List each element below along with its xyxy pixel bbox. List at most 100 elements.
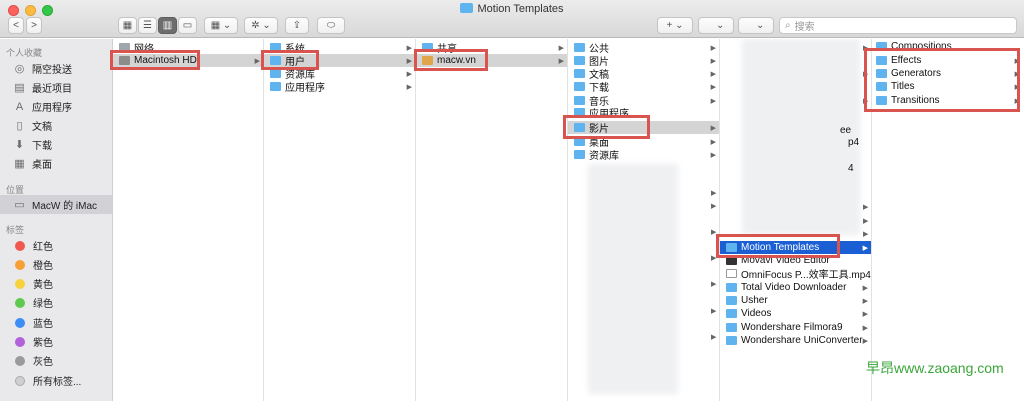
list-item[interactable]: Motion Templates ▶: [720, 241, 871, 254]
list-item[interactable]: Compositions: [872, 41, 1023, 51]
favorites-heading: 个人收藏: [6, 48, 43, 58]
list-item[interactable]: Macintosh HD ▶: [113, 54, 263, 67]
list-item[interactable]: 下载 ▶: [568, 80, 719, 94]
back-button[interactable]: <: [8, 17, 24, 34]
sidebar-item-imac[interactable]: ▭ MacW 的 iMac: [0, 195, 112, 214]
airdrop-icon: ◎: [14, 63, 25, 75]
chevron-right-icon: ▶: [710, 70, 716, 78]
desktop-icon: ▦: [14, 158, 25, 170]
sidebar-item-desktop[interactable]: ▦ 桌面: [0, 154, 112, 173]
folder-icon: [726, 283, 737, 292]
folder-icon: [270, 82, 281, 91]
folder-icon: [574, 69, 585, 78]
sidebar-item-documents[interactable]: ▯ 文稿: [0, 116, 112, 135]
column-6: Compositions Effects ▶ Generators ▶ Titles…: [872, 39, 1024, 401]
sidebar-tag-yellow[interactable]: 黄色: [0, 274, 112, 293]
dropdown-button-2[interactable]: ⌄: [738, 17, 774, 34]
chevron-right-icon: ▶: [406, 57, 412, 65]
grid-icon: ▦: [122, 20, 133, 31]
list-item[interactable]: Generators ▶: [872, 67, 1023, 80]
list-item[interactable]: Usher ▶: [720, 294, 871, 307]
chevron-right-icon: ▶: [1014, 57, 1020, 65]
list-item[interactable]: 网络: [113, 41, 263, 55]
group-button[interactable]: ▦ ⌄: [204, 17, 238, 34]
chevron-right-icon: ▶: [711, 281, 717, 288]
folder-icon: [876, 82, 887, 91]
list-item[interactable]: Wondershare UniConverter ▶: [720, 334, 871, 347]
sidebar-item-airdrop[interactable]: ◎ 隔空投送: [0, 59, 112, 78]
icon-view-button[interactable]: ▦: [118, 17, 137, 34]
column-3: 共享 ▶ macw.vn ▶: [416, 39, 568, 401]
list-item[interactable]: OmniFocus P...效率工具.mp4: [720, 267, 871, 281]
sidebar-tag-green[interactable]: 绿色: [0, 293, 112, 312]
sidebar-tag-gray[interactable]: 灰色: [0, 351, 112, 370]
video-file-icon: [726, 269, 737, 278]
list-item[interactable]: 音乐 ▶: [568, 94, 719, 108]
folder-icon: [574, 56, 585, 65]
search-icon: ⌕: [785, 20, 791, 31]
list-item[interactable]: 应用程序: [568, 107, 719, 117]
network-icon: [119, 43, 130, 52]
share-button[interactable]: ⇪: [285, 17, 309, 34]
folder-icon: [422, 43, 433, 52]
list-item[interactable]: 共享 ▶: [416, 41, 567, 55]
sidebar-tag-blue[interactable]: 蓝色: [0, 313, 112, 332]
partial-text: p4: [848, 137, 860, 148]
folder-icon: [726, 296, 737, 305]
list-item[interactable]: Transitions ▶: [872, 94, 1023, 107]
list-item[interactable]: Effects ▶: [872, 54, 1023, 67]
chevron-right-icon: ▶: [862, 284, 868, 292]
chevron-right-icon: ▶: [711, 203, 717, 210]
list-view-button[interactable]: ☰: [138, 17, 157, 34]
list-item[interactable]: Wondershare Filmora9 ▶: [720, 321, 871, 334]
forward-button[interactable]: >: [26, 17, 42, 34]
folder-icon: [876, 69, 887, 78]
chevron-right-icon: ▶: [1014, 83, 1020, 91]
dropdown-button-1[interactable]: ⌄: [698, 17, 734, 34]
list-item[interactable]: 影片 ▶: [568, 121, 719, 135]
gallery-icon: ▭: [182, 20, 193, 31]
gear-icon: ✲ ⌄: [251, 20, 271, 31]
chevron-right-icon: ▶: [710, 83, 716, 91]
hard-drive-icon: [119, 56, 130, 65]
folder-icon: [270, 69, 281, 78]
gallery-view-button[interactable]: ▭: [178, 17, 197, 34]
folder-icon: [574, 150, 585, 159]
list-item[interactable]: Videos ▶: [720, 307, 871, 320]
list-item[interactable]: Total Video Downloader ▶: [720, 281, 871, 294]
search-input[interactable]: ⌕ 搜索: [779, 17, 1017, 34]
home-icon: [422, 56, 433, 65]
folder-icon: [726, 336, 737, 345]
group-icon: ▦ ⌄: [210, 20, 232, 31]
tag-button[interactable]: ⬭: [317, 17, 345, 34]
list-item[interactable]: Titles ▶: [872, 80, 1023, 93]
folder-icon: [726, 323, 737, 332]
chevron-right-icon: ▶: [711, 190, 717, 197]
sidebar-item-downloads[interactable]: ⬇ 下载: [0, 135, 112, 154]
add-button[interactable]: + ⌄: [657, 17, 693, 34]
document-icon: ▯: [16, 120, 23, 132]
chevron-right-icon: ▶: [254, 57, 260, 65]
sidebar-item-applications[interactable]: A 应用程序: [0, 97, 112, 116]
computer-icon: ▭: [14, 199, 25, 211]
folder-icon: [574, 96, 585, 105]
list-item[interactable]: macw.vn ▶: [416, 54, 567, 67]
folder-icon: [574, 123, 585, 132]
list-item[interactable]: 应用程序 ▶: [264, 80, 415, 94]
red-tag-icon: [15, 240, 25, 251]
column-4: 公共 ▶ 图片 ▶ 文稿 ▶ 下载 ▶ 音乐 ▶ 应用程序 影片 ▶ 桌面 ▶ 资源库 ▶ ▶ …: [568, 39, 720, 401]
chevron-right-icon: ▶: [862, 310, 868, 318]
sidebar-item-recents[interactable]: ▤ 最近项目: [0, 78, 112, 97]
applications-icon: A: [15, 100, 24, 113]
sidebar-tag-all[interactable]: 所有标签...: [0, 371, 112, 390]
sidebar-tag-orange[interactable]: 橙色: [0, 255, 112, 274]
share-icon: ⇪: [292, 20, 302, 31]
list-icon: ☰: [143, 20, 152, 31]
column-view-button[interactable]: ▥: [158, 17, 177, 34]
list-item[interactable]: 资源库 ▶: [568, 148, 719, 162]
sidebar-tag-purple[interactable]: 紫色: [0, 332, 112, 351]
sidebar-tag-red[interactable]: 红色: [0, 236, 112, 255]
blurred-area: [588, 164, 678, 394]
chevron-right-icon: ▶: [863, 71, 869, 78]
action-button[interactable]: ✲ ⌄: [244, 17, 278, 34]
